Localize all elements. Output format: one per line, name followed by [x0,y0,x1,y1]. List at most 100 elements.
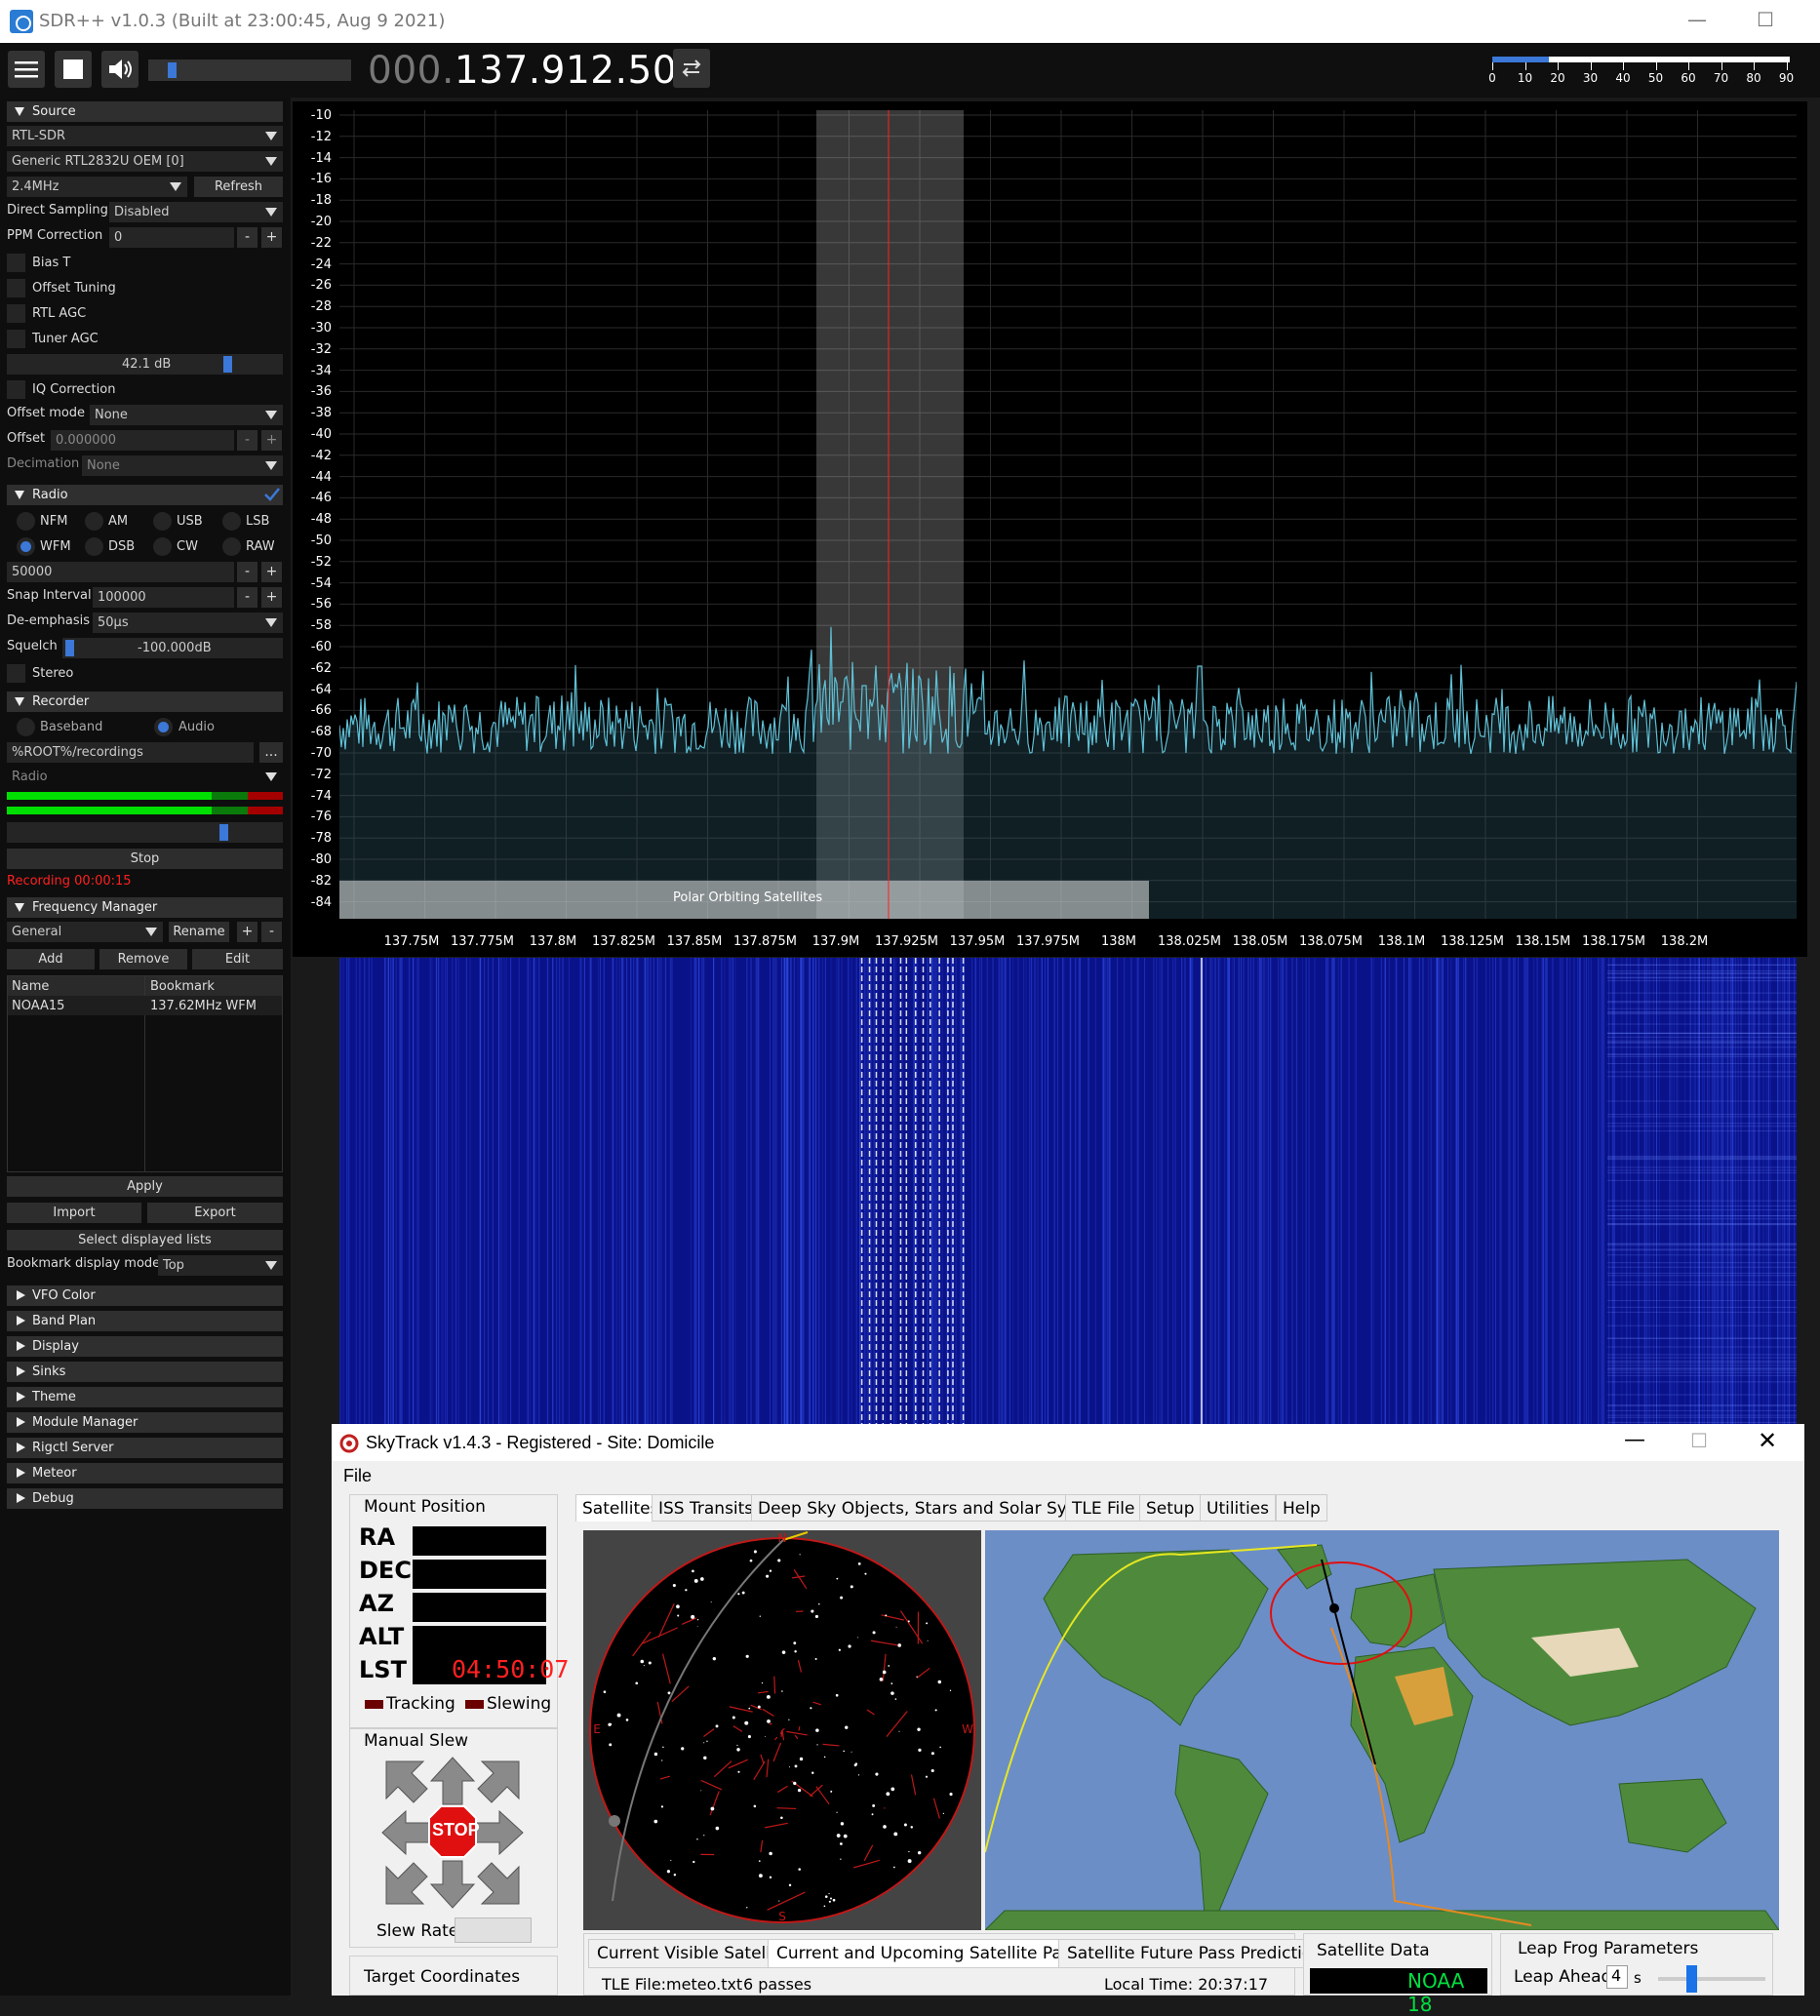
recorder-volume-slider[interactable] [7,822,283,843]
snap-minus-button[interactable]: - [237,587,257,608]
ppm-plus-button[interactable]: + [261,227,282,248]
tab-4[interactable]: Setup [1139,1494,1201,1522]
snap-input[interactable]: 100000 [93,587,234,608]
select-lists-button[interactable]: Select displayed lists [7,1230,283,1250]
table-row[interactable]: NOAA15 137.62MHz WFM [8,996,282,1015]
slew-rate-select[interactable] [455,1917,532,1943]
gain-slider[interactable]: 42.1 dB [7,354,283,375]
waterfall[interactable] [339,958,1797,1424]
add-bookmark-button[interactable]: Add [7,949,95,969]
sky-maximize-icon[interactable]: ☐ [1690,1429,1708,1452]
module-manager-header[interactable]: Module Manager [7,1412,283,1433]
frequency-display[interactable]: 000.137.912.500 [368,49,701,93]
squelch-knob[interactable] [65,640,74,656]
iq-checkbox[interactable] [7,380,25,399]
mode-nfm-radio[interactable] [17,512,35,531]
volume-slider[interactable] [148,59,351,81]
display-header[interactable]: Display [7,1336,283,1357]
leap-ahead-slider[interactable] [1658,1977,1765,1981]
name-column-header[interactable]: Name [12,976,49,997]
minimize-icon[interactable]: — [1683,8,1711,35]
rigctl-server-header[interactable]: Rigctl Server [7,1438,283,1458]
tuner-agc-checkbox[interactable] [7,330,25,348]
tab-3[interactable]: TLE File [1065,1494,1141,1522]
snap-plus-button[interactable]: + [261,587,282,608]
apply-button[interactable]: Apply [7,1176,283,1197]
squelch-slider[interactable]: -100.000dB [62,638,283,658]
direct-sampling-select[interactable]: Disabled [109,202,283,222]
sky-minimize-icon[interactable]: — [1624,1428,1645,1452]
stereo-checkbox[interactable] [7,664,25,683]
bandwidth-plus-button[interactable]: + [261,562,282,582]
offset-tuning-checkbox[interactable] [7,279,25,297]
band-plan-header[interactable]: Band Plan [7,1311,283,1331]
offset-mode-select[interactable]: None [90,405,283,425]
mode-wfm-radio[interactable] [17,537,35,556]
ppm-input[interactable]: 0 [109,227,234,248]
tuner-select[interactable]: Generic RTL2832U OEM [0] [7,151,283,172]
tab-1[interactable]: ISS Transits [652,1494,760,1522]
ppm-minus-button[interactable]: - [237,227,257,248]
bias-t-checkbox[interactable] [7,254,25,272]
stop-recording-button[interactable]: Stop [7,849,283,869]
tab-2[interactable]: Deep Sky Objects, Stars and Solar System [751,1494,1115,1522]
deemphasis-select[interactable]: 50µs [93,613,283,633]
stream-select[interactable]: Radio [7,767,283,787]
vfo-color-header[interactable]: VFO Color [7,1285,283,1306]
freqmgr-header[interactable]: Frequency Manager [7,897,283,918]
remove-bookmark-button[interactable]: Remove [99,949,187,969]
offset-input[interactable]: 0.000000 [51,430,234,451]
stop-slew-button[interactable]: STOP [432,1820,480,1840]
refresh-button[interactable]: Refresh [194,177,283,197]
maximize-icon[interactable]: ☐ [1752,8,1779,35]
source-header[interactable]: Source [7,101,283,122]
browse-button[interactable]: ... [259,742,283,763]
bandwidth-input[interactable]: 50000 [7,562,234,582]
debug-header[interactable]: Debug [7,1488,283,1509]
radio-header[interactable]: Radio [7,485,283,505]
delete-list-button[interactable]: - [261,922,282,942]
fft-plot[interactable] [339,110,1797,919]
sky-chart[interactable]: NESW [583,1530,981,1930]
list-select[interactable]: General [7,922,163,942]
offset-plus-button[interactable]: + [261,430,282,451]
device-select[interactable]: RTL-SDR [7,126,283,146]
rename-button[interactable]: Rename [169,922,229,942]
mode-cw-radio[interactable] [153,537,172,556]
theme-header[interactable]: Theme [7,1387,283,1407]
mode-am-radio[interactable] [85,512,103,531]
leap-ahead-input[interactable]: 4 [1606,1965,1628,1989]
stop-icon[interactable] [55,51,92,88]
gain-knob[interactable] [223,356,232,373]
mode-dsb-radio[interactable] [85,537,103,556]
add-list-button[interactable]: + [237,922,257,942]
sky-file-menu[interactable]: File [343,1466,372,1486]
passes-tab-2[interactable]: Satellite Future Pass Predictions [1058,1939,1340,1968]
audio-radio[interactable] [154,718,173,736]
recorder-volume-knob[interactable] [219,824,228,841]
meteor-header[interactable]: Meteor [7,1463,283,1483]
mode-lsb-radio[interactable] [222,512,241,531]
sinks-header[interactable]: Sinks [7,1362,283,1382]
swap-icon[interactable] [673,49,710,88]
edit-bookmark-button[interactable]: Edit [192,949,283,969]
sky-close-icon[interactable]: ✕ [1758,1427,1777,1454]
menu-icon[interactable] [8,51,45,88]
leap-ahead-thumb[interactable] [1686,1965,1697,1993]
samplerate-select[interactable]: 2.4MHz [7,177,187,197]
recorder-header[interactable]: Recorder [7,692,283,712]
radio-enabled-check-icon[interactable] [263,487,281,502]
export-button[interactable]: Export [147,1203,283,1223]
baseband-radio[interactable] [17,718,35,736]
mode-usb-radio[interactable] [153,512,172,531]
display-mode-select[interactable]: Top [158,1255,283,1276]
import-button[interactable]: Import [7,1203,141,1223]
bookmark-column-header[interactable]: Bookmark [150,976,215,997]
speaker-icon[interactable] [101,51,138,88]
rtl-agc-checkbox[interactable] [7,304,25,323]
offset-minus-button[interactable]: - [237,430,257,451]
recording-path-input[interactable]: %ROOT%/recordings [7,742,254,763]
mode-raw-radio[interactable] [222,537,241,556]
tab-6[interactable]: Help [1276,1494,1327,1522]
tab-5[interactable]: Utilities [1200,1494,1276,1522]
